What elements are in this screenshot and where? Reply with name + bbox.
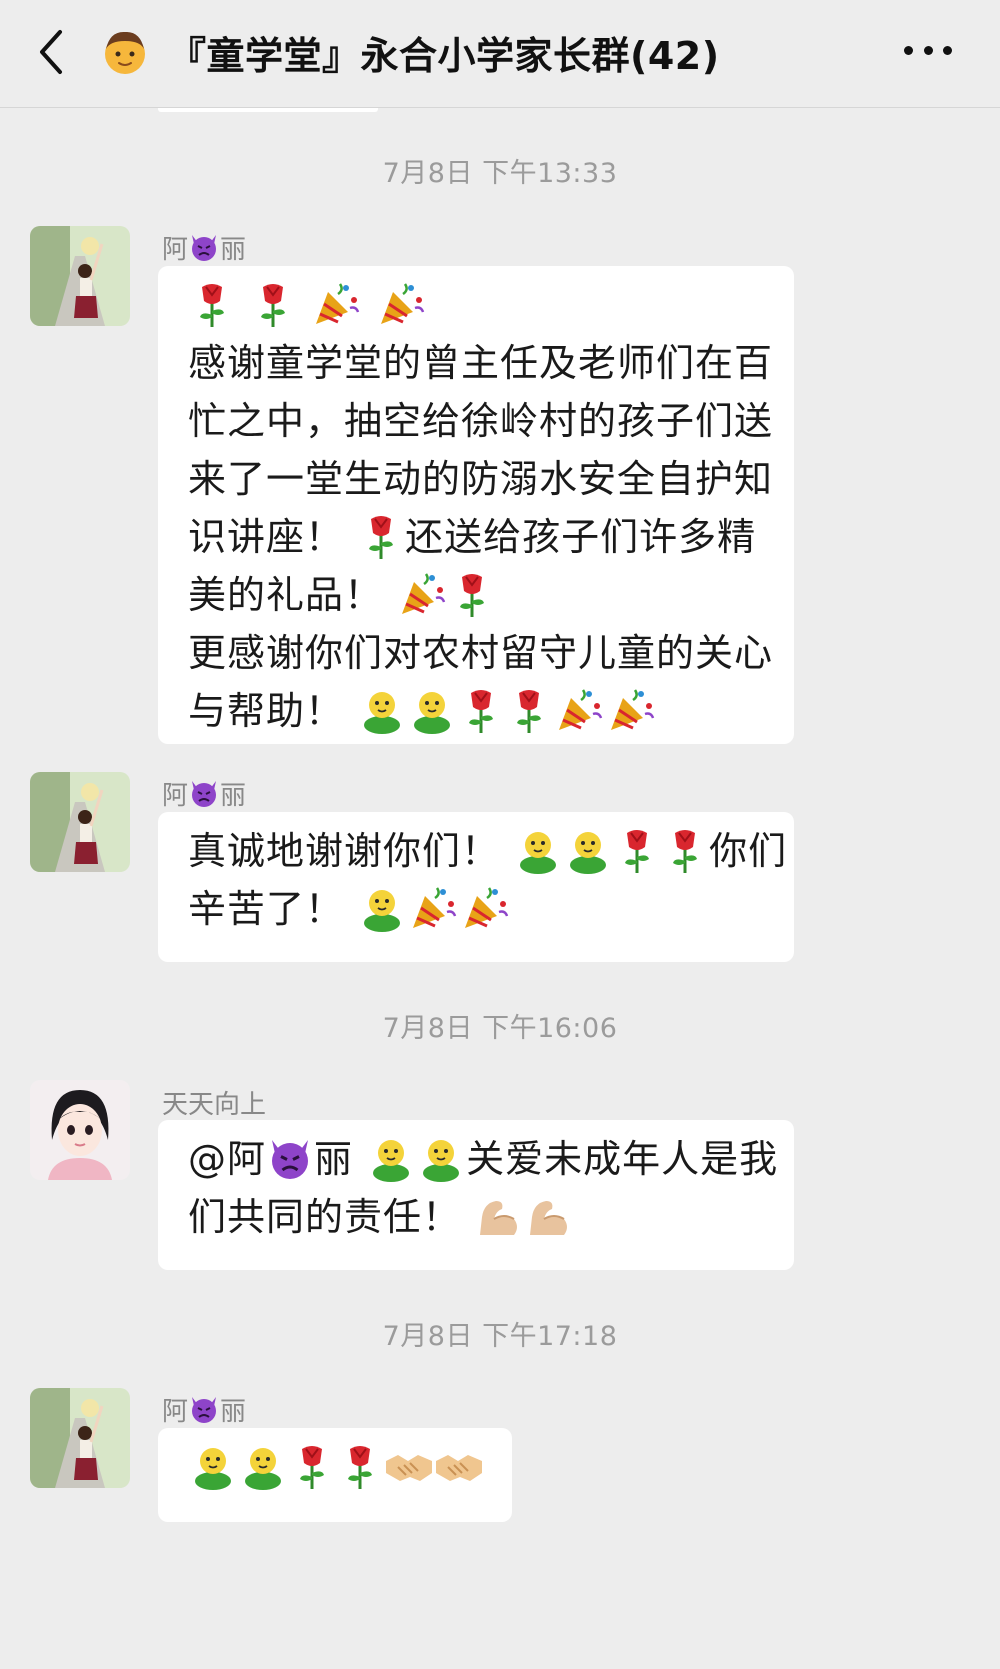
more-dot [943, 45, 952, 55]
avatar-image [30, 772, 130, 872]
message-text-segment: 还送给孩子们许多精 [405, 515, 757, 559]
rose-icon [188, 279, 236, 329]
rose-icon [613, 825, 661, 875]
green-figure-icon [407, 685, 457, 735]
more-dot [904, 45, 913, 55]
message-bubble[interactable]: @阿 丽 关爱未成年人是我 们共同的责任！ [158, 1120, 794, 1270]
message-text-line: @阿 丽 关爱未成年人是我 [188, 1130, 777, 1188]
chat-title: 『童学堂』永合小学家长群(42) [168, 33, 720, 78]
sender-name-prefix: 阿 [162, 781, 189, 811]
sender-name-suffix: 丽 [220, 781, 247, 811]
message-text-line: 美的礼品！ [188, 566, 766, 624]
chat-window: 『童学堂』永合小学家长群(42) 7月8日 下午13:33 阿丽 感谢童学堂的曾… [0, 0, 1000, 1669]
chat-title-wrap: 『童学堂』永合小学家长群(42) [100, 22, 720, 82]
green-figure-icon [513, 825, 563, 875]
green-figure-icon [188, 1441, 238, 1491]
avatar-ali[interactable] [30, 226, 130, 326]
rose-icon [505, 685, 553, 735]
timestamp: 7月8日 下午13:33 [382, 158, 618, 189]
timestamp: 7月8日 下午17:18 [382, 1321, 618, 1352]
sender-name: 阿丽 [162, 229, 246, 266]
avatar-ali[interactable] [30, 772, 130, 872]
green-figure-icon [238, 1441, 288, 1491]
message-bubble[interactable]: 真诚地谢谢你们！ 你们 辛苦了！ [158, 812, 794, 962]
avatar-image [30, 1080, 130, 1180]
party-popper-icon [375, 278, 427, 330]
boy-emoji-icon [105, 31, 145, 74]
angry-devil-emoji-icon [266, 1134, 314, 1182]
message-text-segment: 真诚地谢谢你们！ [188, 829, 501, 873]
timestamp: 7月8日 下午16:06 [382, 1013, 618, 1044]
mention-prefix: @阿 [188, 1137, 267, 1181]
message-text-segment: 你们 [709, 829, 788, 873]
handshake-icon [384, 1441, 434, 1491]
message-text-segment: 与帮助！ [188, 689, 345, 733]
avatar-image [30, 1388, 130, 1488]
green-figure-icon [416, 1133, 466, 1183]
mention-suffix: 丽 [314, 1137, 354, 1181]
back-button[interactable] [30, 24, 74, 80]
rose-icon [457, 685, 505, 735]
rose-icon [448, 569, 496, 619]
message-text-line: 识讲座！ 还送给孩子们许多精 [188, 508, 766, 566]
rose-icon [357, 511, 405, 561]
party-popper-icon [459, 882, 511, 934]
party-popper-icon [310, 278, 362, 330]
message-text-line: 更感谢你们对农村留守儿童的关心 [188, 631, 774, 675]
party-popper-icon [605, 684, 657, 736]
more-button[interactable] [904, 44, 952, 56]
previous-bubble-edge [158, 108, 378, 112]
sender-name-prefix: 阿 [162, 235, 189, 265]
message-text-segment: 们共同的责任！ [188, 1195, 462, 1239]
chat-header: 『童学堂』永合小学家长群(42) [0, 0, 1000, 108]
rose-icon [336, 1441, 384, 1491]
sender-name: 阿丽 [162, 775, 246, 812]
green-figure-icon [563, 825, 613, 875]
avatar-ali[interactable] [30, 1388, 130, 1488]
sender-name: 阿丽 [162, 1391, 246, 1428]
sender-name: 天天向上 [162, 1090, 267, 1120]
message-bubble[interactable]: 感谢童学堂的曾主任及老师们在百 忙之中，抽空给徐岭村的孩子们送 来了一堂生动的防… [158, 266, 794, 744]
message-text-segment: 识讲座！ [188, 515, 345, 559]
angry-devil-emoji-icon [188, 231, 220, 263]
sender-name-prefix: 阿 [162, 1397, 189, 1427]
message-text-line: 辛苦了！ [188, 880, 766, 938]
sender-name-suffix: 丽 [220, 1397, 247, 1427]
party-popper-icon [407, 882, 459, 934]
message-text-line: 真诚地谢谢你们！ 你们 [188, 822, 786, 880]
emoji-line [188, 1438, 484, 1496]
party-popper-icon [553, 684, 605, 736]
rose-icon [661, 825, 709, 875]
flexed-biceps-icon [474, 1191, 524, 1241]
message-text-segment: 辛苦了！ [188, 887, 345, 931]
message-text-line: 们共同的责任！ [188, 1188, 766, 1246]
avatar-image [30, 226, 130, 326]
angry-devil-emoji-icon [188, 777, 220, 809]
green-figure-icon [366, 1133, 416, 1183]
emoji-line [188, 276, 766, 334]
green-figure-icon [357, 685, 407, 735]
sender-name-suffix: 丽 [220, 235, 247, 265]
message-text-line: 感谢童学堂的曾主任及老师们在百 [188, 341, 774, 385]
handshake-icon [434, 1441, 484, 1491]
party-popper-icon [396, 568, 448, 620]
angry-devil-emoji-icon [188, 1393, 220, 1425]
avatar-tiantian[interactable] [30, 1080, 130, 1180]
flexed-biceps-icon [524, 1191, 574, 1241]
green-figure-icon [357, 883, 407, 933]
message-text-line: 与帮助！ [188, 682, 766, 740]
chevron-left-icon [40, 30, 62, 74]
message-text-line: 忙之中，抽空给徐岭村的孩子们送 [188, 399, 774, 443]
message-bubble[interactable] [158, 1428, 512, 1522]
message-text-line: 来了一堂生动的防溺水安全自护知 [188, 457, 774, 501]
more-dot [923, 45, 933, 55]
message-text-segment: 关爱未成年人是我 [466, 1137, 779, 1181]
message-text-segment: 美的礼品！ [188, 573, 384, 617]
rose-icon [288, 1441, 336, 1491]
rose-icon [249, 279, 297, 329]
